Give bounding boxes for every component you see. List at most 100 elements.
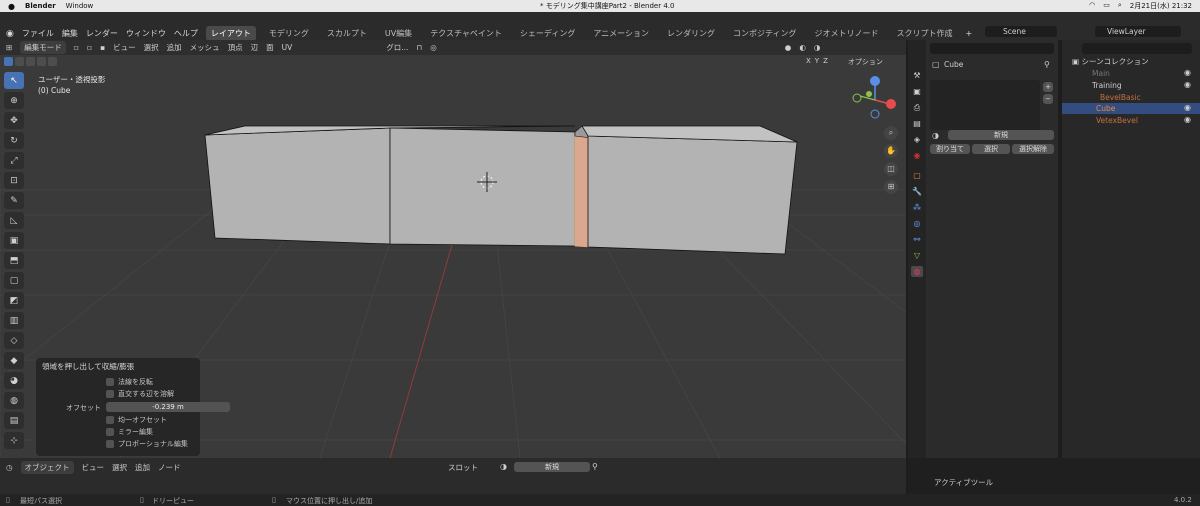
flip-normals-checkbox[interactable]: 法線を反転 (106, 377, 153, 387)
battery-icon[interactable]: ▭ (1103, 1, 1110, 11)
select-box-icon[interactable] (4, 56, 13, 66)
menu-add[interactable]: 追加 (167, 42, 182, 53)
object-mode-selector[interactable]: オブジェクト (20, 461, 74, 474)
active-tool-header[interactable]: アクティブツール (934, 477, 993, 488)
remove-slot-button[interactable]: − (1043, 94, 1053, 104)
material-browse-icon[interactable]: ◑ (500, 462, 507, 471)
editor-type-icon[interactable]: ⊞ (6, 43, 12, 52)
options-dropdown[interactable]: オプション (848, 57, 883, 67)
world-properties-icon[interactable]: ◉ (911, 150, 923, 161)
tab-texture-paint[interactable]: テクスチャペイント (425, 26, 507, 41)
move-tool-icon[interactable]: ✥ (4, 112, 24, 129)
cube-right-front[interactable] (587, 135, 798, 255)
inset-tool-icon[interactable]: ▢ (4, 272, 24, 289)
tab-modeling[interactable]: モデリング (264, 26, 314, 41)
even-offset-checkbox[interactable]: 均一オフセット (106, 415, 167, 425)
bevel-tool-icon[interactable]: ◩ (4, 292, 24, 309)
scene-properties-icon[interactable]: ◈ (911, 134, 923, 145)
tab-shading[interactable]: シェーディング (515, 26, 580, 41)
menu-node[interactable]: ノード (158, 462, 181, 473)
wifi-icon[interactable]: ◠ (1089, 1, 1095, 11)
select-vertex-icon[interactable]: ▫ (74, 43, 79, 52)
select-face-icon[interactable]: ▪ (100, 43, 105, 52)
material-properties-icon[interactable]: ◍ (911, 266, 923, 277)
pan-hand-icon[interactable]: ✋ (884, 144, 898, 158)
tab-rendering[interactable]: レンダリング (662, 26, 720, 41)
menu-window[interactable]: ウィンドウ (126, 28, 166, 39)
menu-select[interactable]: 選択 (144, 42, 159, 53)
mirror-y-button[interactable]: Y (815, 57, 819, 67)
zoom-icon[interactable]: ⌕ (884, 126, 898, 140)
particles-properties-icon[interactable]: ⁂ (911, 202, 923, 213)
tool-properties-icon[interactable]: ⚒ (911, 70, 923, 81)
mac-menu-window[interactable]: Window (66, 2, 94, 10)
app-name[interactable]: Blender (25, 2, 56, 10)
mirror-z-button[interactable]: Z (823, 57, 828, 67)
new-material-button[interactable]: 新規 (948, 130, 1054, 140)
select-tool-icon[interactable]: ↖ (4, 72, 24, 89)
visibility-eye-icon[interactable]: ◉ (1184, 80, 1191, 89)
object-properties-icon[interactable]: ▢ (911, 170, 923, 181)
menu-edge[interactable]: 辺 (251, 42, 259, 53)
menu-view[interactable]: ビュー (113, 42, 136, 53)
operator-title[interactable]: 領域を押し出して収縮/膨張 (42, 361, 134, 372)
material-browse-icon[interactable]: ◑ (932, 131, 939, 140)
proportional-icon[interactable]: ◎ (430, 43, 437, 52)
view-layer-properties-icon[interactable]: ▤ (911, 118, 923, 129)
select-extend-icon[interactable] (15, 56, 24, 66)
measure-tool-icon[interactable]: ◺ (4, 212, 24, 229)
new-material-button[interactable]: 新規 (514, 462, 590, 472)
proportional-edit-checkbox[interactable]: プロポーショナル編集 (106, 439, 188, 449)
add-slot-button[interactable]: + (1043, 82, 1053, 92)
spin-tool-icon[interactable]: ◕ (4, 372, 24, 389)
tab-scripting[interactable]: スクリプト作成 (892, 26, 958, 41)
visibility-eye-icon[interactable]: ◉ (1184, 115, 1191, 124)
pin-icon[interactable]: ⚲ (1044, 60, 1050, 69)
apple-icon[interactable]: ● (8, 2, 15, 11)
blender-logo-icon[interactable]: ◉ (6, 29, 14, 39)
data-properties-icon[interactable]: ▽ (911, 250, 923, 261)
viewport-shading-material-icon[interactable]: ◐ (799, 43, 806, 52)
menu-select[interactable]: 選択 (112, 462, 127, 473)
tab-uv[interactable]: UV編集 (380, 26, 417, 41)
shear-tool-icon[interactable]: ⊹ (4, 432, 24, 449)
assign-button[interactable]: 割り当て (930, 144, 970, 154)
camera-view-icon[interactable]: ◫ (884, 162, 898, 176)
viewport-shading-render-icon[interactable]: ◑ (814, 43, 821, 52)
menu-edit[interactable]: 編集 (62, 28, 78, 39)
mode-selector[interactable]: 編集モード (20, 41, 66, 54)
snap-icon[interactable]: ⊓ (416, 43, 422, 52)
mirror-edit-checkbox[interactable]: ミラー編集 (106, 427, 153, 437)
smooth-tool-icon[interactable]: ◍ (4, 392, 24, 409)
poly-build-tool-icon[interactable]: ◆ (4, 352, 24, 369)
material-slot-list[interactable] (930, 80, 1040, 130)
menu-uv[interactable]: UV (282, 43, 293, 52)
transform-orientation[interactable]: グロ... (386, 42, 408, 53)
select-edge-icon[interactable]: ▫ (87, 43, 92, 52)
visibility-eye-icon[interactable]: ◉ (1184, 103, 1191, 112)
modifier-properties-icon[interactable]: 🔧 (911, 186, 923, 197)
constraints-properties-icon[interactable]: ⚯ (911, 234, 923, 245)
select-invert-icon[interactable] (37, 56, 46, 66)
output-properties-icon[interactable]: ⎙ (911, 102, 923, 113)
tab-animation[interactable]: アニメーション (588, 26, 654, 41)
annotate-tool-icon[interactable]: ✎ (4, 192, 24, 209)
outliner-row-vetexbevel[interactable]: VetexBevel (1062, 115, 1200, 126)
perspective-grid-icon[interactable]: ⊞ (884, 180, 898, 194)
scene-selector[interactable]: Scene (985, 26, 1057, 37)
menu-face[interactable]: 面 (266, 42, 274, 53)
dissolve-orthogonal-checkbox[interactable]: 直交する辺を溶解 (106, 389, 174, 399)
slot-dropdown[interactable]: スロット (448, 462, 478, 473)
deselect-button[interactable]: 選択解除 (1012, 144, 1054, 154)
menu-file[interactable]: ファイル (22, 28, 54, 39)
add-workspace-button[interactable]: + (966, 29, 973, 38)
pin-icon[interactable]: ⚲ (592, 462, 598, 471)
outliner-row-main[interactable]: Main (1062, 68, 1200, 79)
cursor-tool-icon[interactable]: ⊕ (4, 92, 24, 109)
rotate-tool-icon[interactable]: ↻ (4, 132, 24, 149)
properties-search-input[interactable] (930, 43, 1054, 54)
cube-left-front[interactable] (204, 127, 391, 245)
render-properties-icon[interactable]: ▣ (911, 86, 923, 97)
menu-view[interactable]: ビュー (82, 462, 105, 473)
menu-mesh[interactable]: メッシュ (190, 42, 220, 53)
